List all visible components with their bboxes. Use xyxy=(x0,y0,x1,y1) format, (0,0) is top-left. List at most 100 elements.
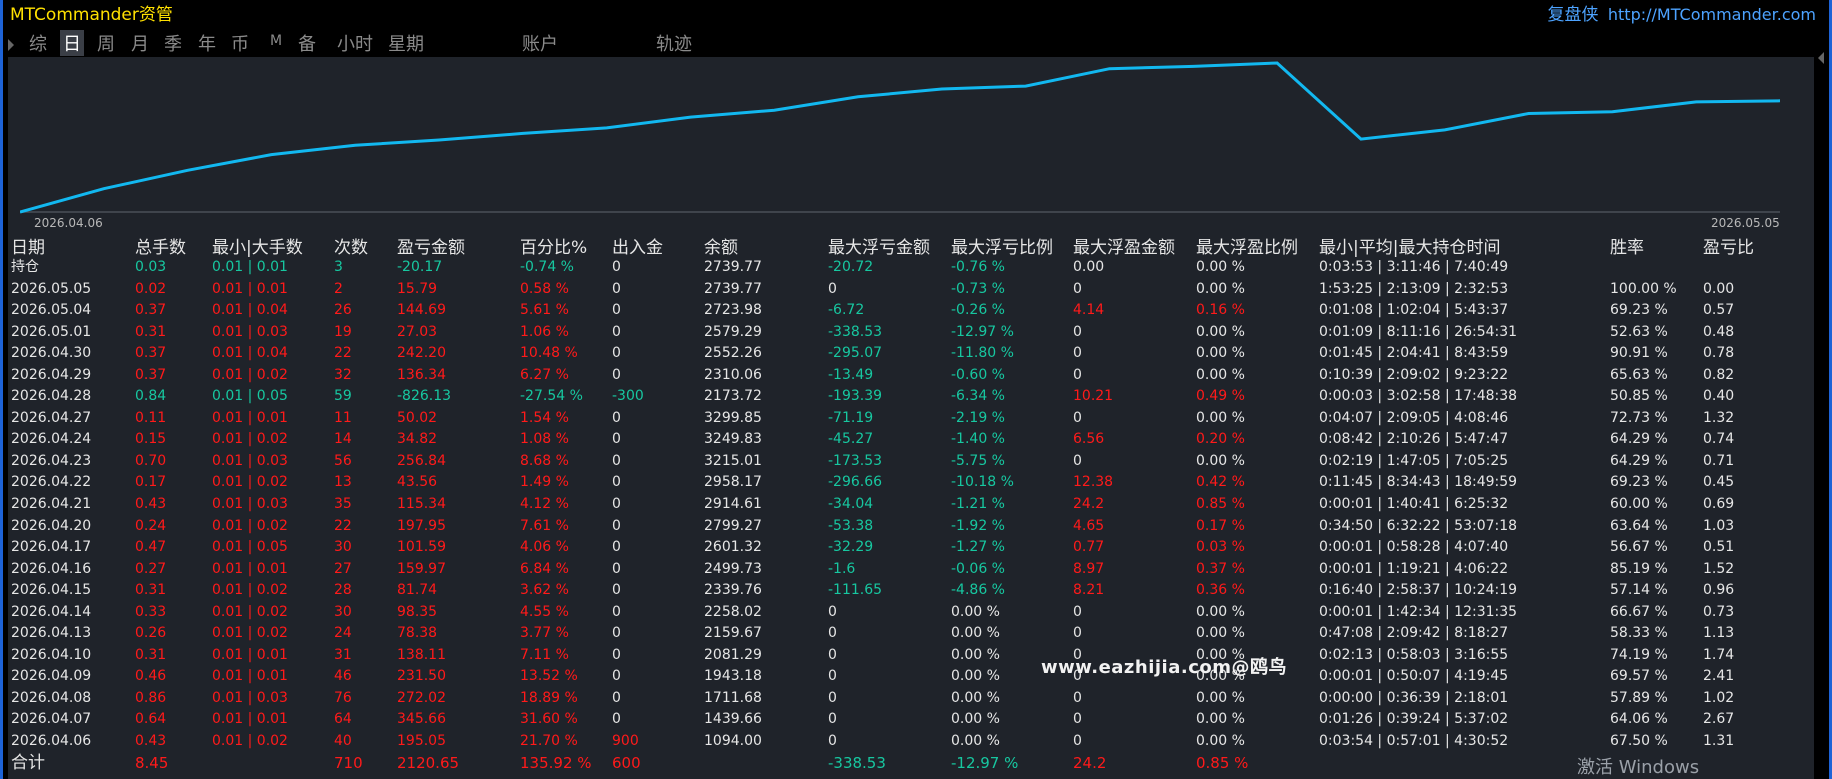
tab-month[interactable]: 月 xyxy=(131,30,149,56)
cell-deposit-withdraw: 0 xyxy=(612,259,621,275)
cell-total-lots: 0.70 xyxy=(135,452,167,469)
table-row[interactable]: 2026.04.29 0.37 0.01 | 0.02 32 136.34 6.27 % 0… xyxy=(11,365,1763,387)
header-count[interactable]: 次数 xyxy=(334,238,397,257)
cell-pnl-percent: -27.54 % xyxy=(520,388,583,405)
header-max-floating-profit-ratio[interactable]: 最大浮盈比例 xyxy=(1196,238,1319,257)
cell-pnl-percent: 18.89 % xyxy=(520,689,578,706)
cell-pnl-percent: 31.60 % xyxy=(520,711,578,728)
header-max-floating-profit[interactable]: 最大浮盈金额 xyxy=(1073,238,1196,257)
total-row[interactable]: 合计 8.45 710 2120.65 135.92 % 600 -338.53 -12.97… xyxy=(11,753,1763,775)
cell-max-floating-profit-ratio: 0.49 % xyxy=(1196,388,1245,405)
header-date[interactable]: 日期 xyxy=(11,238,135,257)
cell-max-floating-profit: 4.14 xyxy=(1073,302,1105,319)
brand-url[interactable]: http://MTCommander.com xyxy=(1608,5,1816,24)
tab-weekday[interactable]: 星期 xyxy=(388,30,424,56)
table-row[interactable]: 2026.04.22 0.17 0.01 | 0.02 13 43.56 1.49 % 0 2… xyxy=(11,472,1763,494)
table-row[interactable]: 2026.05.04 0.37 0.01 | 0.04 26 144.69 5.61 % 0… xyxy=(11,300,1763,322)
tab-account[interactable]: 账户 xyxy=(522,30,558,56)
cell-max-floating-loss: -6.72 xyxy=(828,302,865,319)
cell-pnl-amount: 345.66 xyxy=(397,711,446,728)
watermark-text: www.eazhijia.com@鸥鸟 xyxy=(1041,657,1288,678)
table-row[interactable]: 2026.04.13 0.26 0.01 | 0.02 24 78.38 3.77 % 0 2… xyxy=(11,623,1763,645)
cell-count: 14 xyxy=(334,431,352,448)
cell-pnl-amount: 242.20 xyxy=(397,345,446,362)
table-row[interactable]: 2026.04.23 0.70 0.01 | 0.03 56 256.84 8.68 % 0… xyxy=(11,451,1763,473)
cell-pnl-amount: 50.02 xyxy=(397,409,438,426)
cell-pnl-amount: 231.50 xyxy=(397,668,446,685)
table-row[interactable]: 2026.04.10 0.31 0.01 | 0.01 31 138.11 7.11 % 0… xyxy=(11,645,1763,667)
cell-min-max-lots: 0.01 | 0.05 xyxy=(212,388,288,405)
cell-deposit-withdraw: 0 xyxy=(612,345,621,362)
table-row[interactable]: 2026.04.07 0.64 0.01 | 0.01 64 345.66 31.60 %… xyxy=(11,709,1763,731)
cell-max-floating-profit-ratio: 0.00 % xyxy=(1196,689,1245,706)
header-deposit-withdraw[interactable]: 出入金 xyxy=(612,238,704,257)
tab-hour[interactable]: 小时 xyxy=(337,30,373,56)
cell-max-floating-loss-ratio: -10.18 % xyxy=(951,474,1014,491)
brand-link[interactable]: 复盘侠 http://MTCommander.com xyxy=(1547,0,1816,25)
header-pnl-percent[interactable]: 百分比% xyxy=(520,238,612,257)
cell-balance: 2601.32 xyxy=(704,539,762,556)
cell-win-rate: 100.00 % xyxy=(1610,280,1677,297)
header-total-lots[interactable]: 总手数 xyxy=(135,238,212,257)
positions-row[interactable]: 持仓 0.03 0.01 | 0.01 3 -20.17 -0.74 % 0 2739.77 -… xyxy=(11,257,1763,279)
header-min-max-lots[interactable]: 最小|大手数 xyxy=(212,238,334,257)
table-row[interactable]: 2026.04.08 0.86 0.01 | 0.03 76 272.02 18.89 %… xyxy=(11,688,1763,710)
table-row[interactable]: 2026.04.06 0.43 0.01 | 0.02 40 195.05 21.70 %… xyxy=(11,731,1763,753)
tab-week[interactable]: 周 xyxy=(97,30,115,56)
table-row[interactable]: 2026.04.21 0.43 0.01 | 0.03 35 115.34 4.12 % 0… xyxy=(11,494,1763,516)
tab-quarter[interactable]: 季 xyxy=(164,30,182,56)
header-win-rate[interactable]: 胜率 xyxy=(1610,238,1703,257)
cell-hold-time: 0:00:01 | 1:40:41 | 6:25:32 xyxy=(1319,496,1509,513)
cell-total-lots: 0.43 xyxy=(135,496,167,513)
cell-max-floating-loss: -338.53 xyxy=(828,753,886,772)
table-row[interactable]: 2026.04.15 0.31 0.01 | 0.02 28 81.74 3.62 % 0 2… xyxy=(11,580,1763,602)
table-row[interactable]: 2026.04.27 0.11 0.01 | 0.01 11 50.02 1.54 % 0 3… xyxy=(11,408,1763,430)
tab-currency[interactable]: 币 xyxy=(231,30,249,56)
header-max-floating-loss[interactable]: 最大浮亏金额 xyxy=(828,238,951,257)
header-profit-loss-ratio[interactable]: 盈亏比 xyxy=(1703,238,1763,257)
header-hold-time[interactable]: 最小|平均|最大持仓时间 xyxy=(1319,238,1610,257)
table-row[interactable]: 2026.04.28 0.84 0.01 | 0.05 59 -826.13 -27.54… xyxy=(11,386,1763,408)
table-row[interactable]: 2026.05.01 0.31 0.01 | 0.03 19 27.03 1.06 % 0 2… xyxy=(11,322,1763,344)
cell-max-floating-loss: -111.65 xyxy=(828,582,883,599)
cell-date: 2026.04.30 xyxy=(11,345,92,362)
cell-pnl-amount: 195.05 xyxy=(397,733,446,750)
table-row[interactable]: 2026.04.16 0.27 0.01 | 0.01 27 159.97 6.84 % 0… xyxy=(11,559,1763,581)
cell-win-rate: 69.23 % xyxy=(1610,302,1668,319)
tab-m[interactable]: M xyxy=(270,33,282,49)
cell-count: 710 xyxy=(334,753,363,772)
cell-deposit-withdraw: 0 xyxy=(612,496,621,513)
cell-profit-loss-ratio xyxy=(1703,257,1763,279)
cell-max-floating-profit: 0 xyxy=(1073,625,1082,642)
table-row[interactable]: 2026.04.20 0.24 0.01 | 0.02 22 197.95 7.61 % 0… xyxy=(11,516,1763,538)
table-row[interactable]: 2026.04.30 0.37 0.01 | 0.04 22 242.20 10.48 %… xyxy=(11,343,1763,365)
table-row[interactable]: 2026.04.09 0.46 0.01 | 0.01 46 231.50 13.52 %… xyxy=(11,666,1763,688)
cell-hold-time: 0:11:45 | 8:34:43 | 18:49:59 xyxy=(1319,474,1518,491)
tab-overview[interactable]: 综 xyxy=(29,30,47,56)
table-row[interactable]: 2026.04.24 0.15 0.01 | 0.02 14 34.82 1.08 % 0 3… xyxy=(11,429,1763,451)
tab-backup[interactable]: 备 xyxy=(298,30,316,56)
header-pnl-amount[interactable]: 盈亏金额 xyxy=(397,238,520,257)
cell-max-floating-loss: 0 xyxy=(828,625,837,642)
tab-day[interactable]: 日 xyxy=(60,30,84,56)
cell-win-rate: 67.50 % xyxy=(1610,733,1668,750)
cell-max-floating-profit: 0 xyxy=(1073,452,1082,469)
cell-profit-loss-ratio xyxy=(1703,753,1763,775)
table-row[interactable]: 2026.05.05 0.02 0.01 | 0.01 2 15.79 0.58 % 0 27… xyxy=(11,279,1763,301)
tab-year[interactable]: 年 xyxy=(198,30,216,56)
tab-track[interactable]: 轨迹 xyxy=(656,30,692,56)
cell-count: 11 xyxy=(334,409,352,426)
cell-win-rate: 64.29 % xyxy=(1610,452,1668,469)
cell-deposit-withdraw: 0 xyxy=(612,603,621,620)
cell-profit-loss-ratio: 2.41 xyxy=(1703,668,1735,685)
header-max-floating-loss-ratio[interactable]: 最大浮亏比例 xyxy=(951,238,1073,257)
cell-deposit-withdraw: 0 xyxy=(612,539,621,556)
window-edge-left xyxy=(0,0,3,779)
cell-max-floating-profit: 0.77 xyxy=(1073,539,1105,556)
cell-profit-loss-ratio: 1.13 xyxy=(1703,625,1735,642)
table-row[interactable]: 2026.04.17 0.47 0.01 | 0.05 30 101.59 4.06 % 0… xyxy=(11,537,1763,559)
header-balance[interactable]: 余额 xyxy=(704,238,828,257)
table-row[interactable]: 2026.04.14 0.33 0.01 | 0.02 30 98.35 4.55 % 0 2… xyxy=(11,602,1763,624)
cell-min-max-lots: 0.01 | 0.02 xyxy=(212,431,288,448)
table-header-row: 日期 总手数 最小|大手数 次数 盈亏金额 百分比% 出入金 余额 最大浮亏金额 最大浮亏比例 最大… xyxy=(11,238,1763,257)
